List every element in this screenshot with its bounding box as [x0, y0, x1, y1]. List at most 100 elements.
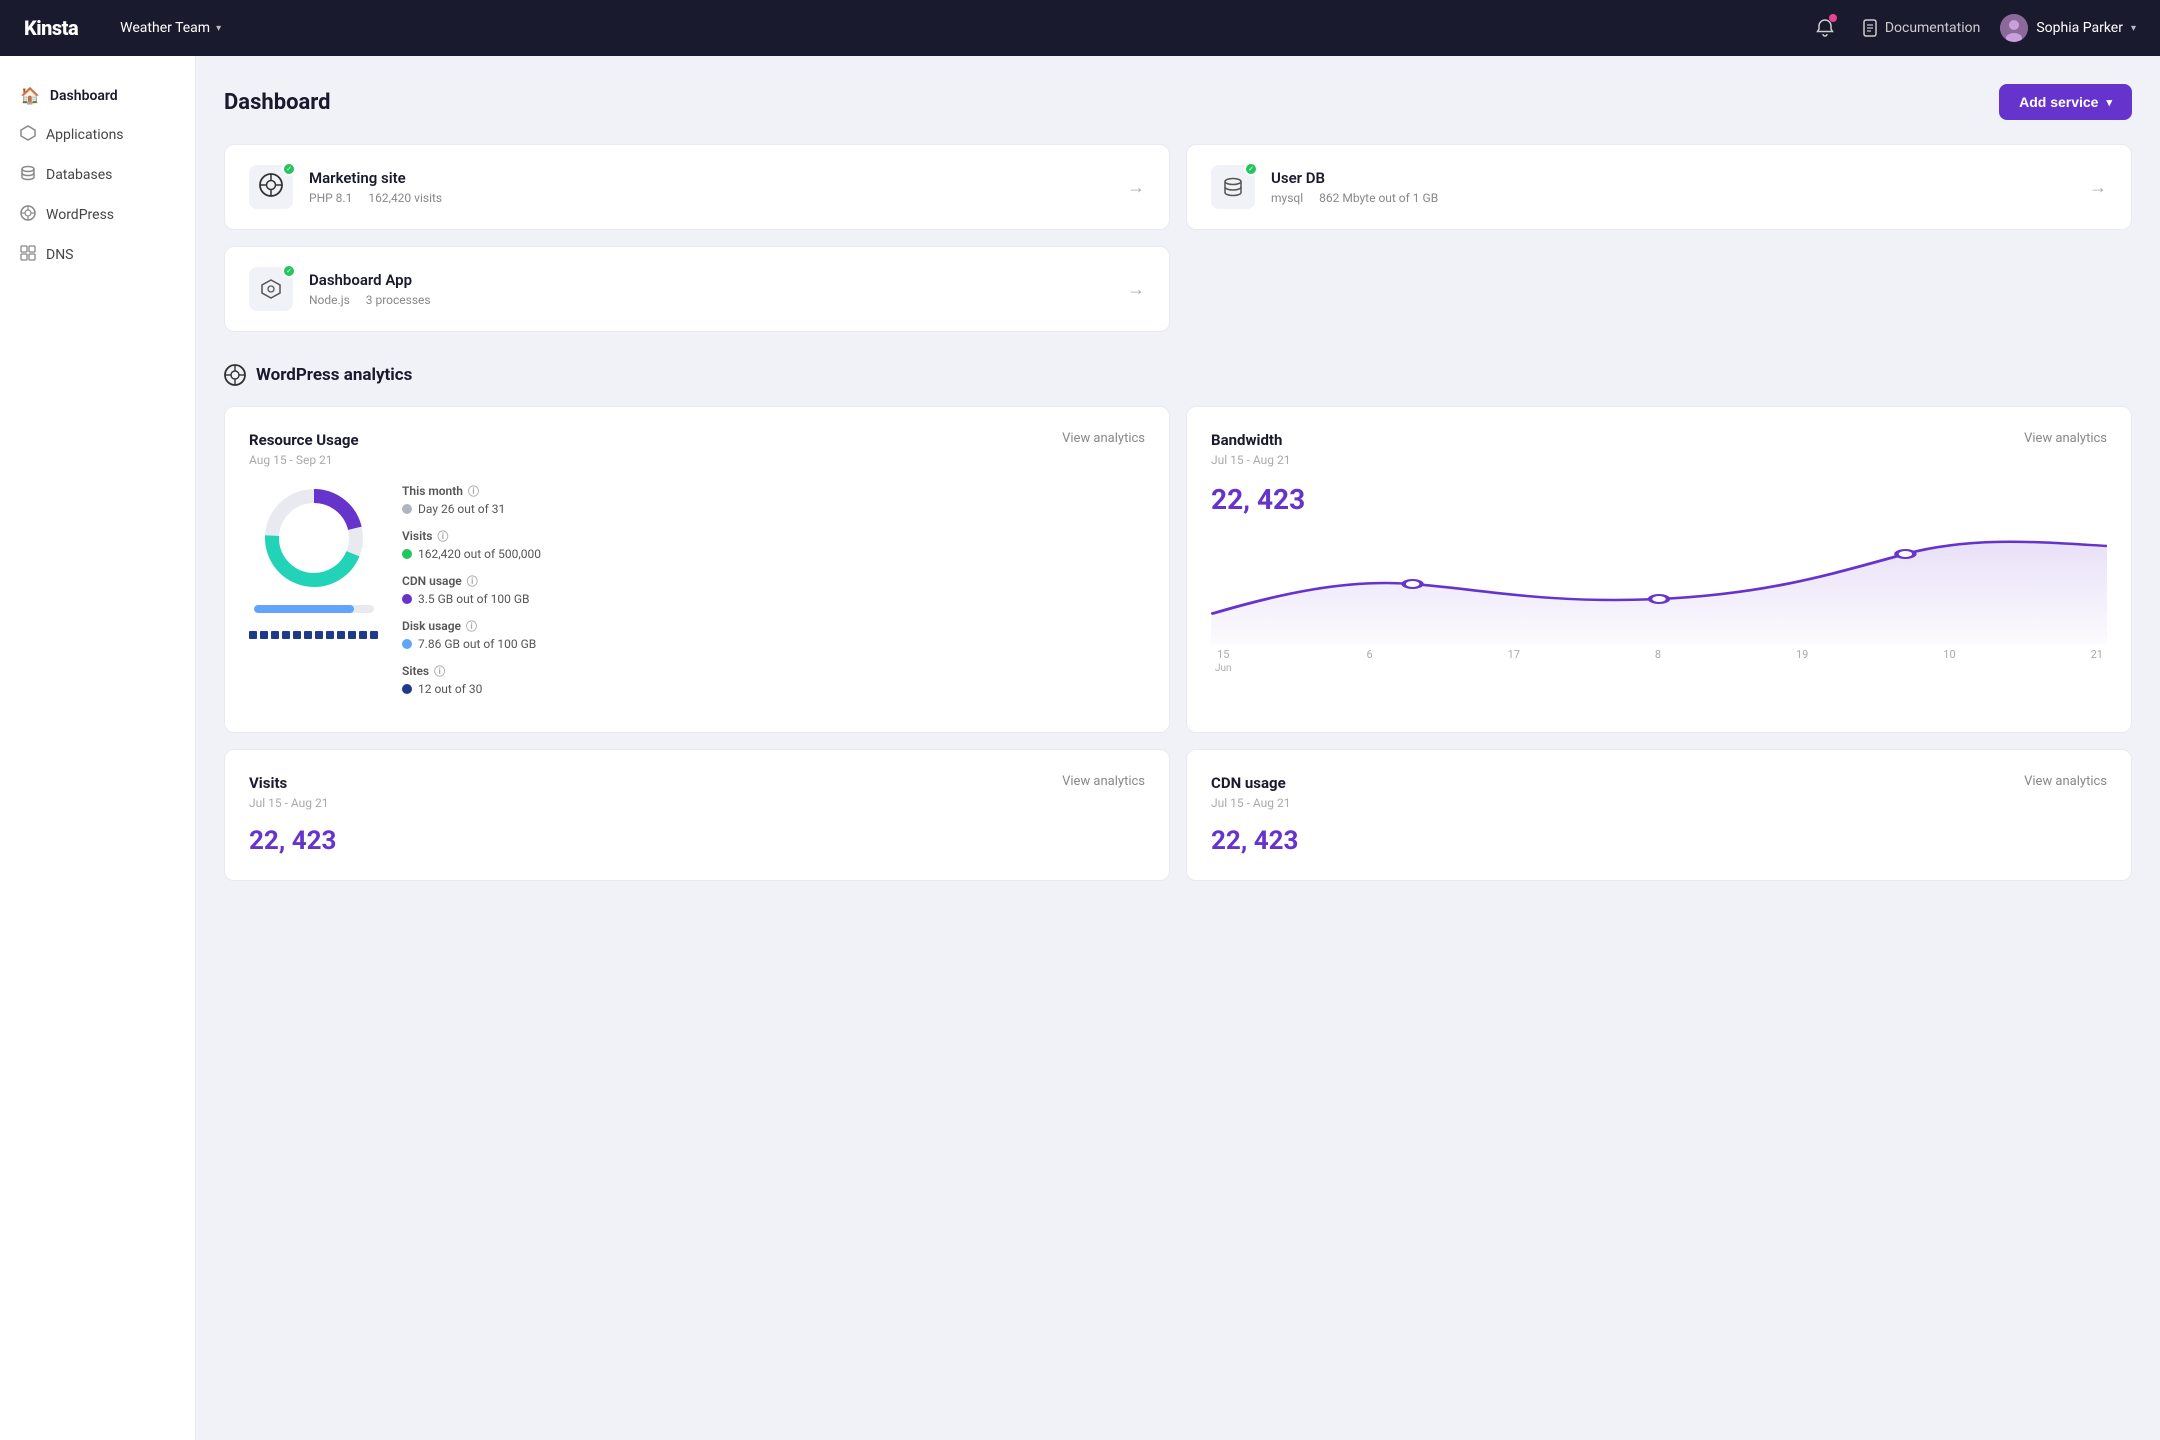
progress-bar-fill — [254, 605, 355, 613]
dot-10 — [348, 631, 356, 639]
wp-section-icon — [224, 364, 246, 386]
cdn-label: CDN usage — [402, 574, 462, 588]
bandwidth-card: Bandwidth View analytics Jul 15 - Aug 21… — [1186, 406, 2132, 733]
documentation-label: Documentation — [1885, 20, 1981, 36]
service-card-dashboard-app[interactable]: Dashboard App Node.js 3 processes → — [224, 246, 1170, 332]
this-month-info-icon[interactable]: ⓘ — [468, 483, 479, 499]
sidebar-label-dashboard: Dashboard — [50, 88, 118, 104]
team-selector[interactable]: Weather Team ▾ — [110, 14, 231, 42]
sites-info-icon[interactable]: ⓘ — [434, 663, 445, 679]
service-name-db: User DB — [1271, 169, 2073, 187]
team-name: Weather Team — [120, 20, 210, 36]
documentation-button[interactable]: Documentation — [1861, 19, 1981, 37]
services-grid: Marketing site PHP 8.1 162,420 visits → — [224, 144, 2132, 332]
service-name-app: Dashboard App — [309, 271, 1111, 289]
cdn-usage-header: CDN usage View analytics — [1211, 774, 2107, 792]
stat-visits: Visits ⓘ 162,420 out of 500,000 — [402, 528, 1145, 561]
resource-usage-view-link[interactable]: View analytics — [1062, 431, 1145, 446]
service-arrow-marketing: → — [1127, 177, 1145, 198]
service-name-marketing: Marketing site — [309, 169, 1111, 187]
service-meta-marketing: PHP 8.1 162,420 visits — [309, 191, 1111, 205]
sidebar-label-wordpress: WordPress — [46, 207, 114, 223]
cdn-usage-value: 22, 423 — [1211, 826, 2107, 856]
progress-bar-wrap — [254, 605, 374, 613]
chart-label-6: 6 — [1366, 648, 1372, 674]
day-value: Day 26 out of 31 — [418, 502, 505, 516]
dot-5 — [293, 631, 301, 639]
sidebar-item-dashboard[interactable]: 🏠 Dashboard — [0, 76, 195, 115]
app-service-icon — [260, 278, 282, 300]
add-service-button[interactable]: Add service ▾ — [1999, 84, 2132, 120]
sidebar-item-databases[interactable]: Databases — [0, 155, 195, 195]
cdn-value: 3.5 GB out of 100 GB — [418, 592, 529, 606]
dns-icon — [20, 245, 36, 265]
page-title: Dashboard — [224, 90, 331, 115]
donut-wrap — [249, 483, 378, 639]
bandwidth-value: 22, 423 — [1211, 483, 2107, 516]
dot-12 — [370, 631, 378, 639]
dot-9 — [337, 631, 345, 639]
visits-legend-dot — [402, 549, 412, 559]
visits-card: Visits View analytics Jul 15 - Aug 21 22… — [224, 749, 1170, 881]
sidebar-item-dns[interactable]: DNS — [0, 235, 195, 275]
service-meta1-app: Node.js — [309, 293, 350, 307]
resource-usage-header: Resource Usage View analytics — [249, 431, 1145, 449]
status-dot-app — [282, 264, 296, 278]
chart-label-8: 8 — [1655, 648, 1661, 674]
service-icon-wrap-db — [1211, 165, 1255, 209]
visits-view-link[interactable]: View analytics — [1062, 774, 1145, 789]
sidebar-item-applications[interactable]: Applications — [0, 115, 195, 155]
logo: Kinsta — [24, 16, 78, 40]
bandwidth-chart-svg — [1211, 524, 2107, 644]
visits-header: Visits View analytics — [249, 774, 1145, 792]
applications-icon — [20, 125, 36, 145]
cdn-usage-view-link[interactable]: View analytics — [2024, 774, 2107, 789]
service-meta2-db: 862 Mbyte out of 1 GB — [1319, 191, 1438, 205]
dot-1 — [249, 631, 257, 639]
wordpress-icon — [20, 205, 36, 225]
sites-value: 12 out of 30 — [418, 682, 482, 696]
disk-legend-dot — [402, 639, 412, 649]
service-meta1-db: mysql — [1271, 191, 1303, 205]
service-icon-wrap-marketing — [249, 165, 293, 209]
cdn-legend-dot — [402, 594, 412, 604]
disk-label: Disk usage — [402, 619, 461, 633]
dot-11 — [359, 631, 367, 639]
resource-usage-date: Aug 15 - Sep 21 — [249, 453, 1145, 467]
bandwidth-chart-area — [1211, 524, 2107, 644]
add-service-chevron-icon: ▾ — [2106, 96, 2112, 109]
databases-icon — [20, 165, 36, 185]
document-icon — [1861, 19, 1879, 37]
visits-title: Visits — [249, 774, 287, 792]
service-info-app: Dashboard App Node.js 3 processes — [309, 271, 1111, 307]
disk-info-icon[interactable]: ⓘ — [466, 618, 477, 634]
chart-labels: 15 Jun 6 17 8 19 10 21 — [1211, 648, 2107, 674]
analytics-grid: Resource Usage View analytics Aug 15 - S… — [224, 406, 2132, 881]
main-layout: 🏠 Dashboard Applications Databases — [0, 56, 2160, 1440]
bandwidth-view-link[interactable]: View analytics — [2024, 431, 2107, 446]
service-card-marketing-site[interactable]: Marketing site PHP 8.1 162,420 visits → — [224, 144, 1170, 230]
sidebar-item-wordpress[interactable]: WordPress — [0, 195, 195, 235]
user-menu-button[interactable]: Sophia Parker ▾ — [2000, 14, 2136, 42]
resource-usage-card: Resource Usage View analytics Aug 15 - S… — [224, 406, 1170, 733]
stat-disk: Disk usage ⓘ 7.86 GB out of 100 GB — [402, 618, 1145, 651]
visits-value: 22, 423 — [249, 826, 1145, 856]
resource-content: This month ⓘ Day 26 out of 31 Visits — [249, 483, 1145, 708]
main-content: Dashboard Add service ▾ — [196, 56, 2160, 1440]
resource-stats: This month ⓘ Day 26 out of 31 Visits — [402, 483, 1145, 708]
dot-6 — [304, 631, 312, 639]
add-service-label: Add service — [2019, 94, 2098, 110]
resource-usage-title: Resource Usage — [249, 431, 359, 449]
service-card-user-db[interactable]: User DB mysql 862 Mbyte out of 1 GB → — [1186, 144, 2132, 230]
visits-date: Jul 15 - Aug 21 — [249, 796, 1145, 810]
this-month-legend-dot — [402, 504, 412, 514]
topnav: Kinsta Weather Team ▾ Documentation — [0, 0, 2160, 56]
wordpress-analytics-title: WordPress analytics — [256, 365, 412, 385]
cdn-info-icon[interactable]: ⓘ — [467, 573, 478, 589]
sites-legend-dot — [402, 684, 412, 694]
service-info-marketing: Marketing site PHP 8.1 162,420 visits — [309, 169, 1111, 205]
service-info-db: User DB mysql 862 Mbyte out of 1 GB — [1271, 169, 2073, 205]
dot-2 — [260, 631, 268, 639]
notifications-button[interactable] — [1809, 12, 1841, 44]
visits-info-icon[interactable]: ⓘ — [437, 528, 448, 544]
